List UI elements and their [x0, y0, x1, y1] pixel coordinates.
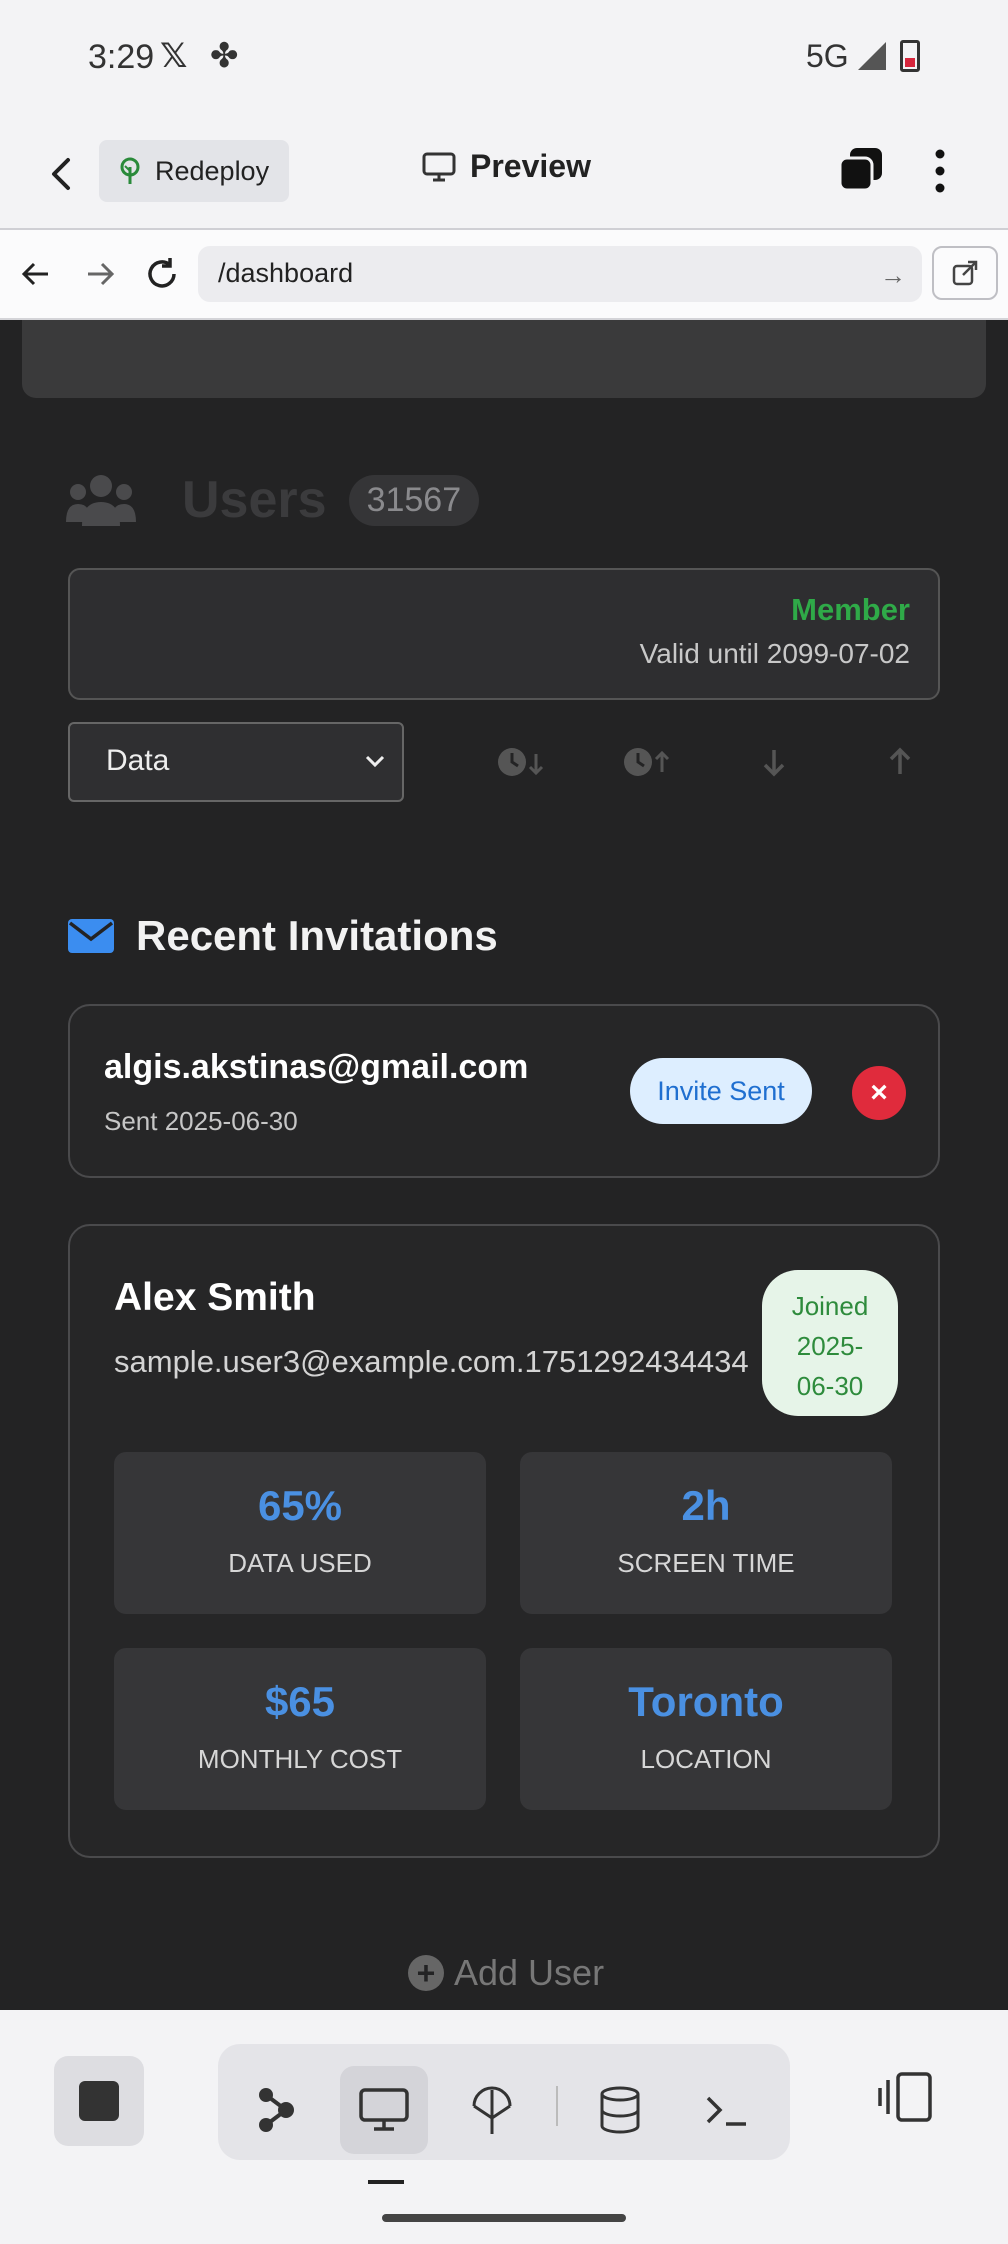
- chevron-down-icon: [365, 755, 385, 768]
- fan-app-icon: ✤: [210, 37, 239, 75]
- preview-tool-button[interactable]: [340, 2066, 428, 2154]
- active-indicator: [368, 2180, 404, 2184]
- recent-invitations-title: Recent Invitations: [136, 912, 498, 959]
- stop-icon: [79, 2081, 119, 2121]
- plus-circle-icon: +: [408, 1955, 444, 1991]
- status-time: 3:29: [88, 38, 155, 76]
- network-type: 5G: [806, 38, 849, 74]
- app-header: Redeploy Preview: [0, 116, 1008, 230]
- tree-icon: [120, 157, 140, 184]
- stat-value: 2h: [681, 1482, 731, 1529]
- stat-label: DATA USED: [228, 1548, 372, 1578]
- bottom-toolbar: [0, 2010, 1008, 2244]
- membership-box: Member Valid until 2099-07-02: [68, 568, 940, 700]
- graph-icon: [259, 2088, 294, 2132]
- go-arrow-icon[interactable]: →: [880, 260, 906, 291]
- stat-monthly-cost: $65 MONTHLY COST: [114, 1648, 486, 1810]
- stat-location: Toronto LOCATION: [520, 1648, 892, 1810]
- joined-line: 06-30: [796, 1371, 864, 1401]
- kebab-menu-icon[interactable]: [920, 146, 960, 196]
- sort-select-value: Data: [106, 744, 170, 777]
- side-panel-icon[interactable]: [876, 2066, 938, 2128]
- add-user-label: Add User: [454, 1952, 605, 1993]
- delete-invitation-button[interactable]: ×: [852, 1066, 906, 1120]
- redeploy-label: Redeploy: [155, 155, 270, 186]
- terminal-icon: [706, 2096, 746, 2126]
- users-icon: [66, 475, 136, 526]
- url-text: /dashboard: [218, 258, 354, 288]
- arrow-left-icon[interactable]: [16, 254, 56, 294]
- open-external-icon: [952, 260, 978, 286]
- url-bar: /dashboard →: [0, 230, 1008, 320]
- arrow-down-icon[interactable]: [746, 740, 802, 784]
- user-email: sample.user3@example.com.1751292434434: [114, 1344, 749, 1379]
- top-card: [22, 320, 986, 398]
- redeploy-button[interactable]: Redeploy: [99, 140, 289, 202]
- envelope-icon: [68, 919, 114, 953]
- database-icon: [600, 2086, 640, 2134]
- database-tool-button[interactable]: [576, 2066, 664, 2154]
- arrow-up-icon[interactable]: [872, 740, 928, 784]
- tool-group: [218, 2044, 790, 2160]
- preview-label: Preview: [470, 148, 591, 184]
- invite-sent-badge: Invite Sent: [630, 1058, 812, 1124]
- antenna-icon: [472, 2086, 512, 2134]
- graph-tool-button[interactable]: [232, 2066, 320, 2154]
- status-bar: 3:29 𝕏 ✤ 5G: [0, 0, 1008, 116]
- invitation-sent-date: Sent 2025-06-30: [104, 1106, 298, 1136]
- stat-label: MONTHLY COST: [197, 1744, 403, 1774]
- url-input[interactable]: /dashboard →: [198, 246, 922, 302]
- joined-line: 2025-: [796, 1331, 864, 1361]
- open-external-button[interactable]: [932, 246, 998, 300]
- recent-invitations-heading: Recent Invitations: [68, 912, 498, 960]
- stat-label: LOCATION: [640, 1744, 772, 1774]
- terminal-tool-button[interactable]: [682, 2066, 770, 2154]
- joined-line: Joined: [791, 1291, 869, 1321]
- member-label: Member: [791, 592, 910, 627]
- deploy-tool-button[interactable]: [448, 2066, 536, 2154]
- users-header: Users 31567: [66, 470, 480, 530]
- stat-screen-time: 2h SCREEN TIME: [520, 1452, 892, 1614]
- web-content: Users 31567 Member Valid until 2099-07-0…: [0, 320, 1008, 2010]
- sort-select[interactable]: Data: [68, 722, 404, 802]
- stat-value: $65: [264, 1678, 336, 1725]
- reload-icon[interactable]: [142, 254, 182, 294]
- preview-title[interactable]: Preview: [422, 148, 591, 185]
- add-user-button[interactable]: + Add User: [408, 1952, 604, 1994]
- stat-value: 65%: [257, 1482, 343, 1529]
- signal-icon: [858, 42, 886, 70]
- users-title: Users: [182, 471, 327, 529]
- user-card[interactable]: Alex Smith sample.user3@example.com.1751…: [68, 1224, 940, 1858]
- home-indicator[interactable]: [382, 2214, 626, 2222]
- stat-label: SCREEN TIME: [617, 1548, 795, 1578]
- clock-up-icon[interactable]: [618, 740, 674, 784]
- x-app-icon: 𝕏: [160, 37, 188, 75]
- toolbar-divider: [556, 2086, 558, 2126]
- battery-icon: [900, 40, 920, 72]
- monitor-icon: [422, 152, 456, 181]
- stat-data-used: 65% DATA USED: [114, 1452, 486, 1614]
- tabs-icon[interactable]: [838, 146, 884, 192]
- user-name: Alex Smith: [114, 1276, 316, 1319]
- monitor-icon: [359, 2088, 409, 2131]
- arrow-right-icon[interactable]: [80, 254, 120, 294]
- back-arrow-icon[interactable]: [40, 152, 84, 196]
- stop-button[interactable]: [54, 2056, 144, 2146]
- joined-badge: Joined 2025- 06-30: [762, 1270, 898, 1416]
- member-valid-text: Valid until 2099-07-02: [639, 638, 910, 669]
- users-count-badge: 31567: [348, 474, 480, 526]
- invitation-email: algis.akstinas@gmail.com: [104, 1048, 529, 1086]
- clock-down-icon[interactable]: [492, 740, 548, 784]
- invitation-card: algis.akstinas@gmail.com Sent 2025-06-30…: [68, 1004, 940, 1178]
- stat-value: Toronto: [628, 1678, 784, 1725]
